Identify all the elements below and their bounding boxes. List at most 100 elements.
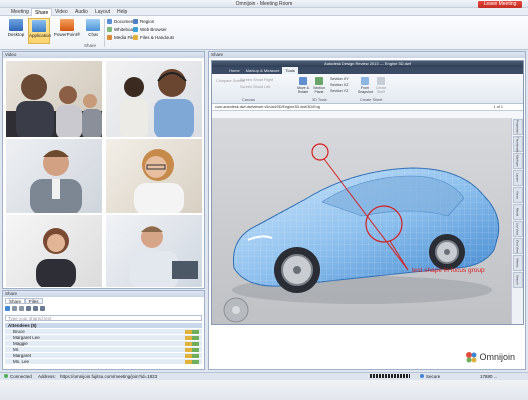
chat-label: Chat — [88, 32, 98, 37]
tab-audio[interactable]: Audio — [72, 8, 91, 16]
section-plane-label: Section Plane — [313, 86, 325, 94]
side-tab-markups[interactable]: Markups — [512, 153, 523, 169]
attendee-status-icon — [185, 330, 199, 334]
chat-panel: Share Share Files Type your shared text A… — [2, 290, 205, 370]
chat-panel-header: Share — [3, 291, 204, 297]
model-canvas[interactable]: test shape in focus group — [212, 118, 512, 324]
document-label: Document — [114, 19, 135, 24]
attendee-name: Ms. Lee — [13, 359, 30, 364]
screen-shoot-left-item[interactable]: Screen Shoot Left — [240, 85, 270, 89]
play-icon[interactable] — [5, 306, 10, 311]
side-tab-layers[interactable]: Layers — [512, 170, 523, 186]
document-icon — [107, 19, 112, 24]
video-tile-support-agents[interactable] — [105, 60, 203, 138]
app-window: Omnijoin - Meeting Room Leave Meeting Me… — [0, 0, 528, 400]
shared-app-ribbon: Compare Sheets Screen Shoot Right Screen… — [212, 74, 523, 104]
tab-share-chat[interactable]: Share — [5, 298, 26, 304]
move-rotate-label: Move & Rotate — [297, 86, 309, 94]
attendee-name: Maggie — [13, 341, 28, 346]
participant-man-image — [30, 150, 82, 213]
chat-input[interactable]: Type your shared text — [5, 315, 202, 321]
logo-text: Omnijoin — [479, 352, 515, 362]
share-chat-button[interactable]: Chat — [82, 18, 104, 44]
side-tab-views[interactable]: Views — [512, 187, 523, 203]
share-powerpoint-button[interactable]: PowerPoint® — [53, 18, 81, 44]
chat-tabs: Share Files — [5, 298, 43, 304]
document-path: com.autodesk.dwf.dwfviewer.v5/cad/3D/Eng… — [215, 105, 320, 109]
share-desktop-button[interactable]: Desktop — [5, 18, 27, 44]
tab-video[interactable]: Video — [52, 8, 71, 16]
side-tab-grid-view[interactable]: Grid View — [512, 238, 523, 254]
video-tile-woman-glasses[interactable] — [105, 138, 203, 214]
desktop-label: Desktop — [7, 32, 25, 37]
section-plane-icon — [315, 77, 323, 85]
attendee-status-icon — [185, 336, 199, 340]
side-tab-search[interactable]: Search — [512, 272, 523, 288]
omnijoin-logo-icon — [466, 352, 477, 363]
region-label: Region — [140, 19, 155, 24]
pause-icon[interactable] — [19, 306, 24, 311]
video-tile-man-laptop[interactable] — [105, 214, 203, 288]
section-plane-button[interactable]: Section Plane — [312, 77, 326, 94]
share-media-file-item[interactable]: Media File — [107, 34, 135, 41]
lock-icon[interactable] — [33, 306, 38, 311]
side-tab-list-view[interactable]: List View — [512, 221, 523, 237]
video-tile-man[interactable] — [5, 138, 103, 214]
from-snapshot-button[interactable]: From Snapshot — [358, 77, 373, 94]
car-3d-model — [223, 143, 500, 323]
side-tab-model[interactable]: Model — [512, 204, 523, 220]
side-tab-properties[interactable]: Properties — [512, 119, 523, 135]
section-yz-item[interactable]: Section YZ — [330, 89, 349, 93]
share-region-item[interactable]: Region — [133, 18, 154, 25]
leave-meeting-button[interactable]: Leave Meeting — [478, 1, 522, 8]
share-panel-header: Share — [209, 52, 525, 58]
move-rotate-button[interactable]: Move & Rotate — [296, 77, 310, 94]
side-tab-sheets[interactable]: Sheets — [512, 255, 523, 271]
shared-tab-markup[interactable]: Markup & Measure — [243, 67, 283, 74]
ribbon-group-label: Share — [84, 43, 97, 48]
section-xy-item[interactable]: Section XY — [330, 77, 349, 81]
bottom-strip — [0, 380, 528, 400]
3d-tools-group-label: 3D Tools — [312, 98, 327, 102]
ribbon: Desktop Application PowerPoint® Chat Doc… — [0, 16, 528, 50]
screen-shoot-right-item[interactable]: Screen Shoot Right — [240, 78, 273, 82]
section-xz-item[interactable]: Section XZ — [330, 83, 349, 87]
shared-application-window[interactable]: Autodesk Design Review 2013 — Engine 3D.… — [211, 60, 524, 325]
stop-icon[interactable] — [12, 306, 17, 311]
connection-label: Connected — [10, 374, 32, 379]
shared-tab-home[interactable]: Home — [226, 67, 243, 74]
attendee-status-icon — [185, 348, 199, 352]
web-browser-label: Web Browser — [140, 27, 167, 32]
shared-tab-tools[interactable]: Tools — [282, 67, 298, 74]
whiteboard-icon — [107, 27, 112, 32]
share-web-browser-item[interactable]: Web Browser — [133, 26, 167, 33]
list-item[interactable]: Ms. Lee — [5, 359, 202, 365]
video-panel-header: Video — [3, 52, 204, 58]
attendee-name: Margaret — [13, 353, 32, 358]
globe-icon — [133, 27, 138, 32]
video-tile-woman[interactable] — [5, 214, 103, 288]
settings-icon[interactable] — [40, 306, 45, 311]
tab-meeting[interactable]: Meeting — [8, 8, 32, 16]
create-shell-label: Create Shell — [375, 86, 387, 94]
tab-share[interactable]: Share — [31, 8, 53, 16]
omnijoin-logo: Omnijoin — [465, 351, 515, 363]
share-document-item[interactable]: Document — [107, 18, 135, 25]
record-icon[interactable] — [26, 306, 31, 311]
create-shell-button[interactable]: Create Shell — [374, 77, 388, 94]
side-tab-thumbnails[interactable]: Thumbnails — [512, 136, 523, 153]
title-bar: Omnijoin - Meeting Room Leave Meeting — [0, 0, 528, 8]
lock-status-icon — [420, 374, 424, 378]
attendee-name: Bruce — [13, 329, 25, 334]
shared-app-tabs: Home Markup & Measure Tools — [212, 67, 523, 74]
tab-help[interactable]: Help — [114, 8, 130, 16]
tab-layout[interactable]: Layout — [92, 8, 113, 16]
from-snapshot-label: From Snapshot — [358, 86, 373, 94]
share-application-button[interactable]: Application — [28, 18, 51, 44]
ribbon-tabs: Meeting Share Video Audio Layout Help — [0, 8, 528, 16]
secure-label: Secure — [426, 374, 441, 379]
attendee-status-icon — [185, 342, 199, 346]
share-files-handouts-item[interactable]: Files & Handouts — [133, 34, 174, 41]
video-tile-group[interactable] — [5, 60, 103, 138]
tab-files[interactable]: Files — [25, 298, 43, 304]
